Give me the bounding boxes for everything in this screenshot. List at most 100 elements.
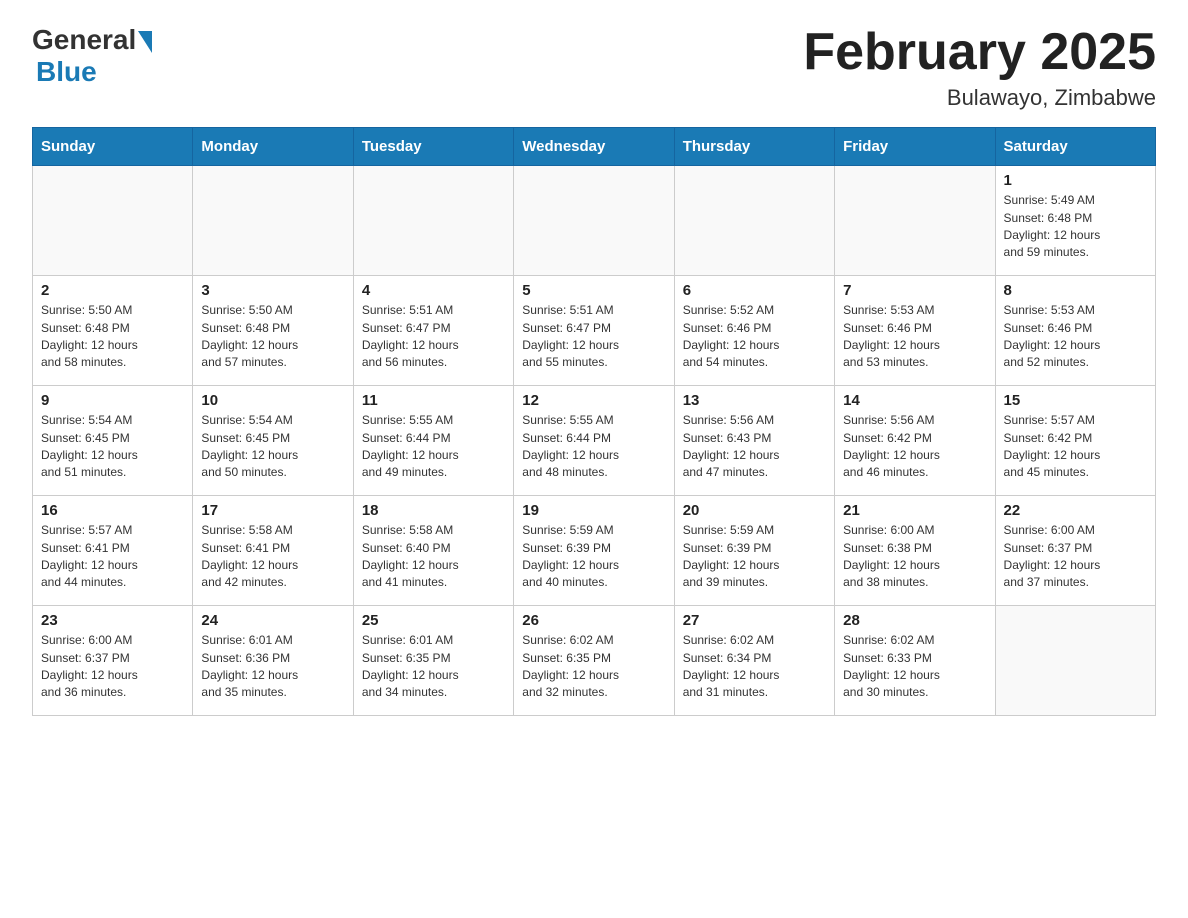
day-info: Sunrise: 5:56 AM Sunset: 6:43 PM Dayligh…: [683, 412, 826, 482]
logo-arrow-icon: [138, 31, 152, 53]
calendar-day-cell: [353, 166, 513, 276]
weekday-header-friday: Friday: [835, 128, 995, 166]
calendar-day-cell: [33, 166, 193, 276]
calendar-day-cell: [835, 166, 995, 276]
logo-blue-text: Blue: [36, 56, 97, 88]
calendar-day-cell: 21 Sunrise: 6:00 AM Sunset: 6:38 PM Dayli…: [835, 496, 995, 606]
day-info: Sunrise: 5:51 AM Sunset: 6:47 PM Dayligh…: [362, 302, 505, 372]
calendar-day-cell: 10 Sunrise: 5:54 AM Sunset: 6:45 PM Dayli…: [193, 386, 353, 496]
day-info: Sunrise: 5:49 AM Sunset: 6:48 PM Dayligh…: [1004, 192, 1147, 262]
weekday-header-sunday: Sunday: [33, 128, 193, 166]
day-info: Sunrise: 6:02 AM Sunset: 6:33 PM Dayligh…: [843, 632, 986, 702]
day-number: 23: [41, 612, 184, 629]
calendar-day-cell: 19 Sunrise: 5:59 AM Sunset: 6:39 PM Dayli…: [514, 496, 674, 606]
calendar-day-cell: 11 Sunrise: 5:55 AM Sunset: 6:44 PM Dayli…: [353, 386, 513, 496]
day-number: 27: [683, 612, 826, 629]
calendar-table: SundayMondayTuesdayWednesdayThursdayFrid…: [32, 127, 1156, 716]
calendar-day-cell: [193, 166, 353, 276]
day-number: 6: [683, 282, 826, 299]
day-info: Sunrise: 5:54 AM Sunset: 6:45 PM Dayligh…: [41, 412, 184, 482]
calendar-week-row: 16Sunrise: 5:57 AM Sunset: 6:41 PM Dayli…: [33, 496, 1156, 606]
day-info: Sunrise: 5:59 AM Sunset: 6:39 PM Dayligh…: [522, 522, 665, 592]
day-number: 15: [1004, 392, 1147, 409]
day-number: 25: [362, 612, 505, 629]
day-info: Sunrise: 6:00 AM Sunset: 6:37 PM Dayligh…: [41, 632, 184, 702]
day-number: 10: [201, 392, 344, 409]
day-info: Sunrise: 5:53 AM Sunset: 6:46 PM Dayligh…: [843, 302, 986, 372]
day-info: Sunrise: 5:53 AM Sunset: 6:46 PM Dayligh…: [1004, 302, 1147, 372]
calendar-day-cell: 18 Sunrise: 5:58 AM Sunset: 6:40 PM Dayli…: [353, 496, 513, 606]
day-number: 26: [522, 612, 665, 629]
day-info: Sunrise: 5:50 AM Sunset: 6:48 PM Dayligh…: [201, 302, 344, 372]
calendar-day-cell: 27 Sunrise: 6:02 AM Sunset: 6:34 PM Dayli…: [674, 606, 834, 716]
day-number: 14: [843, 392, 986, 409]
calendar-day-cell: 15 Sunrise: 5:57 AM Sunset: 6:42 PM Dayli…: [995, 386, 1155, 496]
day-number: 21: [843, 502, 986, 519]
calendar-day-cell: [514, 166, 674, 276]
day-number: 3: [201, 282, 344, 299]
day-number: 11: [362, 392, 505, 409]
day-number: 18: [362, 502, 505, 519]
page-header: General Blue February 2025 Bulawayo, Zim…: [32, 24, 1156, 111]
day-number: 20: [683, 502, 826, 519]
day-number: 1: [1004, 172, 1147, 189]
page-title: February 2025: [803, 24, 1156, 81]
weekday-header-wednesday: Wednesday: [514, 128, 674, 166]
calendar-day-cell: 22Sunrise: 6:00 AM Sunset: 6:37 PM Dayli…: [995, 496, 1155, 606]
calendar-day-cell: 20 Sunrise: 5:59 AM Sunset: 6:39 PM Dayli…: [674, 496, 834, 606]
day-info: Sunrise: 5:57 AM Sunset: 6:42 PM Dayligh…: [1004, 412, 1147, 482]
day-number: 19: [522, 502, 665, 519]
calendar-day-cell: 16Sunrise: 5:57 AM Sunset: 6:41 PM Dayli…: [33, 496, 193, 606]
day-info: Sunrise: 5:58 AM Sunset: 6:40 PM Dayligh…: [362, 522, 505, 592]
calendar-day-cell: 24 Sunrise: 6:01 AM Sunset: 6:36 PM Dayli…: [193, 606, 353, 716]
weekday-header-thursday: Thursday: [674, 128, 834, 166]
day-info: Sunrise: 5:55 AM Sunset: 6:44 PM Dayligh…: [522, 412, 665, 482]
logo-general-text: General: [32, 24, 136, 56]
title-block: February 2025 Bulawayo, Zimbabwe: [803, 24, 1156, 111]
day-info: Sunrise: 5:51 AM Sunset: 6:47 PM Dayligh…: [522, 302, 665, 372]
calendar-day-cell: [995, 606, 1155, 716]
weekday-header-saturday: Saturday: [995, 128, 1155, 166]
day-number: 28: [843, 612, 986, 629]
weekday-header-monday: Monday: [193, 128, 353, 166]
day-info: Sunrise: 6:00 AM Sunset: 6:38 PM Dayligh…: [843, 522, 986, 592]
calendar-day-cell: 17 Sunrise: 5:58 AM Sunset: 6:41 PM Dayli…: [193, 496, 353, 606]
day-number: 8: [1004, 282, 1147, 299]
logo: General Blue: [32, 24, 152, 88]
day-info: Sunrise: 6:02 AM Sunset: 6:35 PM Dayligh…: [522, 632, 665, 702]
calendar-day-cell: 13 Sunrise: 5:56 AM Sunset: 6:43 PM Dayli…: [674, 386, 834, 496]
day-info: Sunrise: 6:01 AM Sunset: 6:36 PM Dayligh…: [201, 632, 344, 702]
day-info: Sunrise: 5:50 AM Sunset: 6:48 PM Dayligh…: [41, 302, 184, 372]
weekday-header-tuesday: Tuesday: [353, 128, 513, 166]
day-number: 2: [41, 282, 184, 299]
calendar-day-cell: 14Sunrise: 5:56 AM Sunset: 6:42 PM Dayli…: [835, 386, 995, 496]
day-number: 17: [201, 502, 344, 519]
calendar-day-cell: 12 Sunrise: 5:55 AM Sunset: 6:44 PM Dayli…: [514, 386, 674, 496]
day-number: 5: [522, 282, 665, 299]
calendar-day-cell: 3 Sunrise: 5:50 AM Sunset: 6:48 PM Daylig…: [193, 276, 353, 386]
calendar-day-cell: 9 Sunrise: 5:54 AM Sunset: 6:45 PM Daylig…: [33, 386, 193, 496]
day-info: Sunrise: 5:54 AM Sunset: 6:45 PM Dayligh…: [201, 412, 344, 482]
calendar-day-cell: 6Sunrise: 5:52 AM Sunset: 6:46 PM Daylig…: [674, 276, 834, 386]
day-number: 12: [522, 392, 665, 409]
calendar-day-cell: 8 Sunrise: 5:53 AM Sunset: 6:46 PM Daylig…: [995, 276, 1155, 386]
calendar-week-row: 9 Sunrise: 5:54 AM Sunset: 6:45 PM Daylig…: [33, 386, 1156, 496]
calendar-day-cell: [674, 166, 834, 276]
page-subtitle: Bulawayo, Zimbabwe: [803, 85, 1156, 111]
day-info: Sunrise: 5:58 AM Sunset: 6:41 PM Dayligh…: [201, 522, 344, 592]
weekday-header-row: SundayMondayTuesdayWednesdayThursdayFrid…: [33, 128, 1156, 166]
calendar-day-cell: 1 Sunrise: 5:49 AM Sunset: 6:48 PM Daylig…: [995, 166, 1155, 276]
day-info: Sunrise: 5:59 AM Sunset: 6:39 PM Dayligh…: [683, 522, 826, 592]
calendar-week-row: 2 Sunrise: 5:50 AM Sunset: 6:48 PM Daylig…: [33, 276, 1156, 386]
calendar-week-row: 23 Sunrise: 6:00 AM Sunset: 6:37 PM Dayli…: [33, 606, 1156, 716]
day-number: 13: [683, 392, 826, 409]
day-info: Sunrise: 5:55 AM Sunset: 6:44 PM Dayligh…: [362, 412, 505, 482]
calendar-day-cell: 7 Sunrise: 5:53 AM Sunset: 6:46 PM Daylig…: [835, 276, 995, 386]
day-info: Sunrise: 6:02 AM Sunset: 6:34 PM Dayligh…: [683, 632, 826, 702]
day-number: 24: [201, 612, 344, 629]
day-number: 9: [41, 392, 184, 409]
calendar-day-cell: 4 Sunrise: 5:51 AM Sunset: 6:47 PM Daylig…: [353, 276, 513, 386]
calendar-week-row: 1 Sunrise: 5:49 AM Sunset: 6:48 PM Daylig…: [33, 166, 1156, 276]
day-number: 7: [843, 282, 986, 299]
day-number: 4: [362, 282, 505, 299]
